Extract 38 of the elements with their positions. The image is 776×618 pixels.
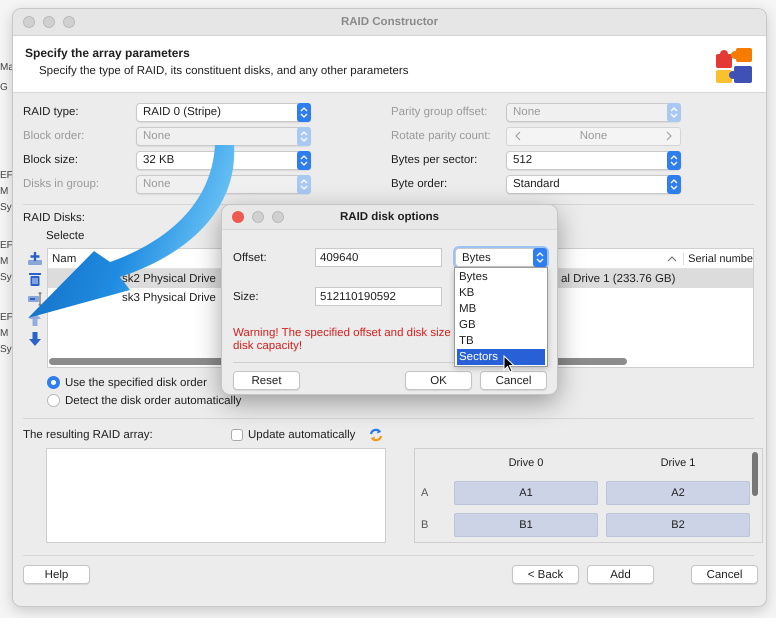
parameter-label: Byte order: bbox=[391, 178, 448, 190]
header-title: Specify the array parameters bbox=[25, 46, 191, 60]
background-window-text: M bbox=[0, 186, 8, 197]
header-subtitle: Specify the type of RAID, its constituent disks, and any other parameters bbox=[38, 64, 408, 76]
drive-header: Drive 0 bbox=[508, 457, 544, 471]
section-label: RAID Disks: bbox=[23, 212, 85, 226]
field-label: Offset: bbox=[233, 252, 268, 264]
background-window-text: Sy bbox=[0, 202, 12, 213]
parameter-label: Disks in group: bbox=[23, 178, 100, 190]
parameter-label: Bytes per sector: bbox=[391, 154, 478, 166]
background-window-text: EF bbox=[0, 170, 13, 181]
block-cell: B1 bbox=[454, 513, 598, 537]
background-window-text: M bbox=[0, 328, 8, 339]
block-cell: B2 bbox=[606, 513, 750, 537]
field-label: Size: bbox=[233, 290, 260, 302]
disk-name: sk2 Physical Drive bbox=[122, 272, 216, 284]
disk-name: al Drive 1 (233.76 GB) bbox=[561, 272, 676, 284]
background-window-text: EF bbox=[0, 312, 13, 323]
background-window-text: EF bbox=[0, 240, 13, 251]
background-window-text: G bbox=[0, 82, 8, 93]
drive-header: Drive 1 bbox=[660, 457, 696, 471]
background-window-text: M bbox=[0, 256, 8, 267]
background-window-text: Sy bbox=[0, 344, 12, 355]
window-title: RAID Constructor bbox=[340, 16, 438, 28]
parameter-label: Block size: bbox=[23, 154, 79, 166]
block-cell: A2 bbox=[606, 481, 750, 505]
parameter-label: Parity group offset: bbox=[391, 106, 488, 118]
row-label: B bbox=[421, 519, 430, 531]
row-label: A bbox=[421, 487, 430, 499]
section-label: The resulting RAID array: bbox=[23, 429, 154, 441]
parameter-label: Block order: bbox=[23, 130, 86, 142]
dialog-title: RAID disk options bbox=[340, 211, 440, 223]
list-label: Selecte bbox=[46, 230, 84, 244]
warning-text: Warning! The specified offset and disk size disk capacity! bbox=[233, 327, 452, 353]
background-window-text: Sy bbox=[0, 272, 12, 283]
parameter-label: Rotate parity count: bbox=[391, 130, 492, 142]
parameter-label: RAID type: bbox=[23, 106, 80, 118]
block-cell: A1 bbox=[454, 481, 598, 505]
